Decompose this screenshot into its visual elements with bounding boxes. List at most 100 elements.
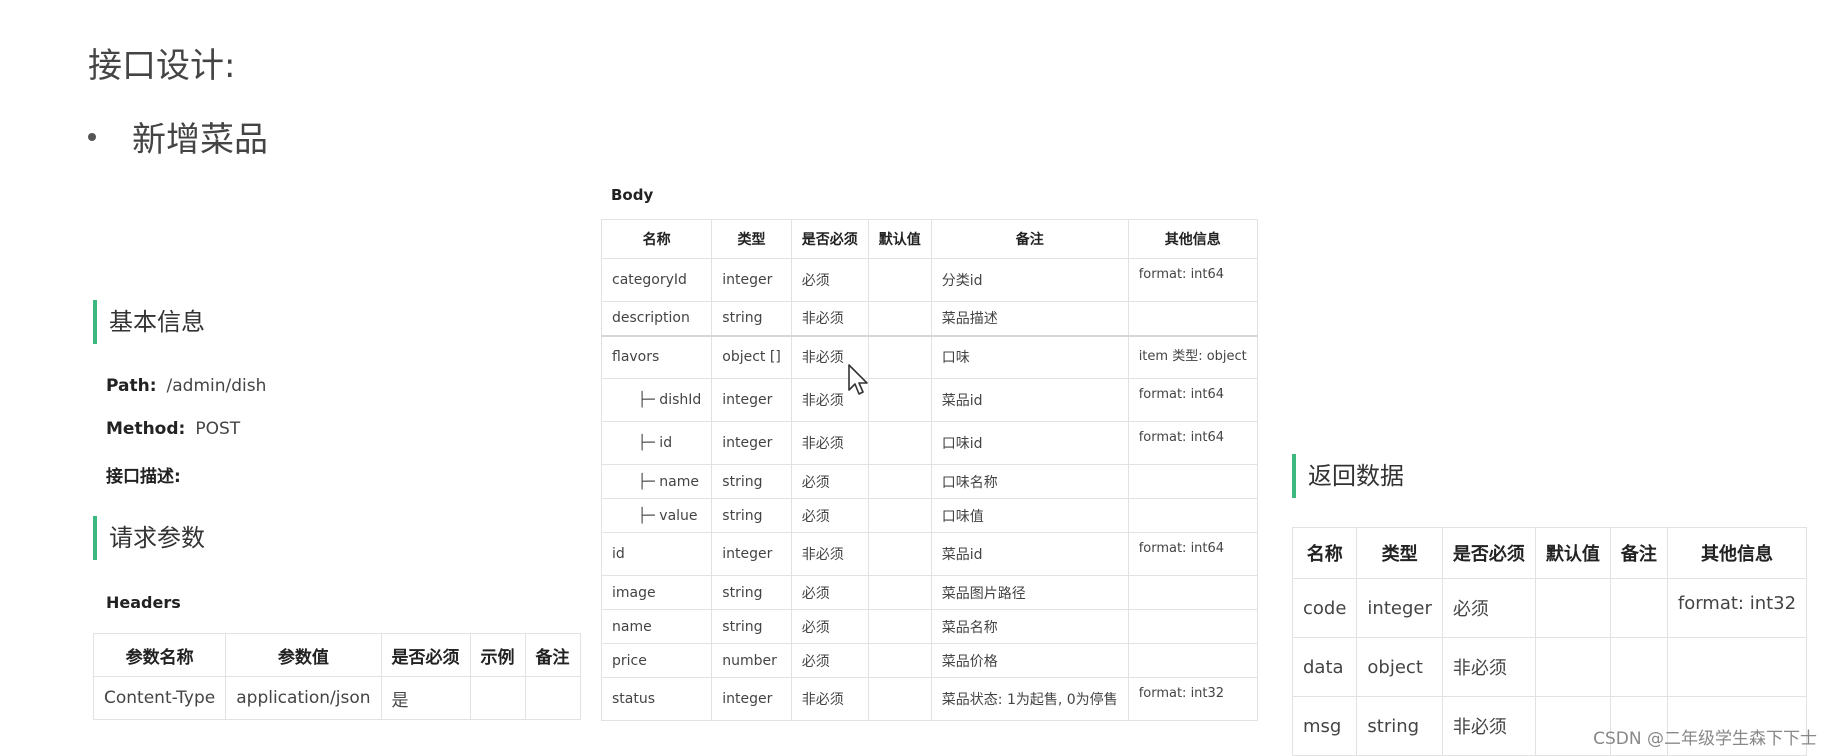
cell: 非必须	[790, 677, 869, 721]
bullet-dot-icon	[88, 132, 96, 141]
cell: 必须	[790, 643, 869, 678]
cell: application/json	[225, 676, 382, 720]
cell: code	[1291, 578, 1358, 638]
cell: 必须	[1441, 578, 1536, 638]
cell: 非必须	[1441, 637, 1536, 697]
cell: name	[600, 609, 713, 644]
cell	[867, 464, 932, 499]
request-params-heading: 请求参数	[93, 516, 205, 560]
cell: object []	[711, 334, 792, 379]
cell: string	[711, 498, 792, 533]
cell: 菜品名称	[930, 609, 1129, 644]
response-heading: 返回数据	[1292, 454, 1404, 498]
cell: 非必须	[790, 532, 869, 576]
cell: format: int32	[1666, 578, 1808, 638]
path-row: Path: /admin/dish	[106, 376, 266, 396]
cell: string	[1356, 696, 1443, 756]
cell: 菜品价格	[930, 643, 1129, 678]
cell: description	[600, 301, 713, 336]
watermark: CSDN @二年级学生森下下士	[1593, 729, 1817, 749]
cell	[1127, 498, 1258, 533]
cell: format: int32	[1127, 677, 1258, 721]
table-row: status integer 非必须 菜品状态: 1为起售, 0为停售 form…	[600, 677, 1258, 721]
cell: 口味值	[930, 498, 1129, 533]
cell: ├─ dishId	[600, 378, 713, 422]
table-row: Content-Type application/json 是	[92, 676, 581, 720]
cell	[867, 334, 932, 379]
table-header-row: 名称 类型 是否必须 默认值 备注 其他信息	[600, 219, 1258, 259]
cell	[1666, 637, 1808, 697]
cell: ├─ value	[600, 498, 713, 533]
basic-info-heading: 基本信息	[93, 300, 205, 344]
table-row: ├─ value string 必须 口味值	[600, 498, 1258, 533]
col-header: 类型	[711, 219, 792, 259]
cell	[1127, 609, 1258, 644]
table-row: ├─ name string 必须 口味名称	[600, 464, 1258, 499]
cell: status	[600, 677, 713, 721]
table-row: id integer 非必须 菜品id format: int64	[600, 532, 1258, 576]
cell	[1127, 643, 1258, 678]
cell	[867, 258, 932, 302]
table-row: ├─ id integer 非必须 口味id format: int64	[600, 421, 1258, 465]
cell: item 类型: object	[1127, 334, 1258, 379]
col-header: 默认值	[1534, 527, 1611, 579]
col-header: 备注	[1609, 527, 1668, 579]
cell: ├─ name	[600, 464, 713, 499]
table-header-row: 参数名称 参数值 是否必须 示例 备注	[92, 633, 581, 677]
table-row: ├─ dishId integer 非必须 菜品id format: int64	[600, 378, 1258, 422]
cell: price	[600, 643, 713, 678]
headers-table: 参数名称 参数值 是否必须 示例 备注 Content-Type applica…	[92, 633, 581, 720]
col-header: 名称	[1291, 527, 1358, 579]
cell	[867, 532, 932, 576]
method-row: Method: POST	[106, 419, 240, 439]
cell: flavors	[600, 334, 713, 379]
cell: string	[711, 301, 792, 336]
cell: 必须	[790, 464, 869, 499]
col-header: 示例	[469, 633, 526, 677]
cell	[1127, 464, 1258, 499]
cell: 非必须	[790, 421, 869, 465]
cell: format: int64	[1127, 421, 1258, 465]
cell: number	[711, 643, 792, 678]
col-header: 其他信息	[1127, 219, 1258, 259]
col-header: 是否必须	[790, 219, 869, 259]
cell: integer	[711, 258, 792, 302]
cell: 必须	[790, 258, 869, 302]
col-header: 名称	[600, 219, 713, 259]
cell: image	[600, 575, 713, 610]
path-label: Path:	[106, 376, 157, 396]
path-value: /admin/dish	[166, 376, 267, 396]
cell	[524, 676, 581, 720]
col-header: 备注	[524, 633, 581, 677]
cell: 菜品状态: 1为起售, 0为停售	[930, 677, 1129, 721]
cell	[867, 421, 932, 465]
cell: format: int64	[1127, 378, 1258, 422]
cell	[867, 378, 932, 422]
cell: 菜品图片路径	[930, 575, 1129, 610]
method-label: Method:	[106, 419, 186, 439]
cell: integer	[711, 421, 792, 465]
desc-row: 接口描述:	[106, 462, 191, 487]
cell: format: int64	[1127, 532, 1258, 576]
cell	[867, 609, 932, 644]
cell: 必须	[790, 609, 869, 644]
cell: 口味id	[930, 421, 1129, 465]
cell: integer	[711, 378, 792, 422]
cell: 非必须	[1441, 696, 1536, 756]
cell: Content-Type	[92, 676, 227, 720]
cell	[1127, 301, 1258, 336]
cell: ├─ id	[600, 421, 713, 465]
cell	[1534, 578, 1611, 638]
cell: id	[600, 532, 713, 576]
cell: categoryId	[600, 258, 713, 302]
cell: integer	[1356, 578, 1443, 638]
cell	[867, 301, 932, 336]
table-row: image string 必须 菜品图片路径	[600, 575, 1258, 610]
cell: integer	[711, 532, 792, 576]
cell: 非必须	[790, 301, 869, 336]
col-header: 类型	[1356, 527, 1443, 579]
col-header: 是否必须	[1441, 527, 1536, 579]
col-header: 其他信息	[1666, 527, 1808, 579]
cell: 分类id	[930, 258, 1129, 302]
cell	[1534, 637, 1611, 697]
